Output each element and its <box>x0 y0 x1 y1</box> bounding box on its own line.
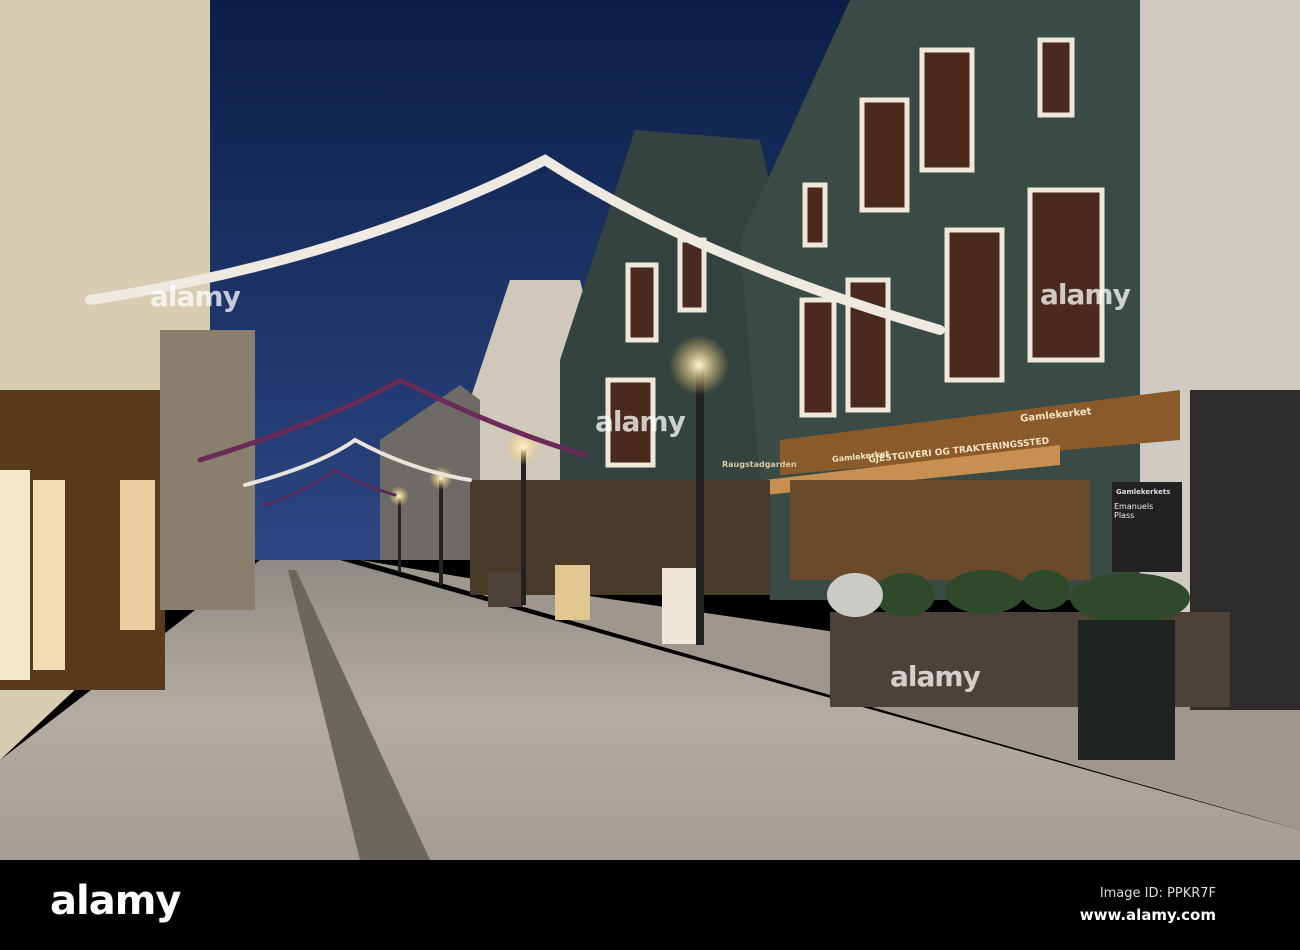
left-shop-window <box>33 480 65 670</box>
left-shop-window <box>0 470 30 680</box>
stock-photo: GJESTGIVERI OG TRAKTERINGSSTED Gamlekerk… <box>0 0 1300 950</box>
watermark: alamy <box>1040 278 1131 311</box>
left-far-buildings <box>160 330 255 610</box>
a-frame-sign <box>555 565 590 620</box>
chalkboard-line1: Gamlekerkets <box>1116 488 1171 496</box>
watermark: alamy <box>595 405 686 438</box>
footer-bar <box>0 860 1300 950</box>
image-id: Image ID: PPKR7F <box>1099 886 1216 901</box>
watermark: alamy <box>150 280 241 313</box>
restaurant-interior <box>790 480 1090 580</box>
raugstad-sign: Raugstadgarden <box>722 460 797 469</box>
left-shop-window <box>120 480 155 630</box>
website-link[interactable]: www.alamy.com <box>1080 906 1216 924</box>
chalkboard-line2: Emanuels Plass <box>1114 502 1154 520</box>
watermark: alamy <box>890 660 981 693</box>
ice-cream-sign <box>662 568 696 644</box>
alamy-logo: alamy <box>50 878 181 924</box>
